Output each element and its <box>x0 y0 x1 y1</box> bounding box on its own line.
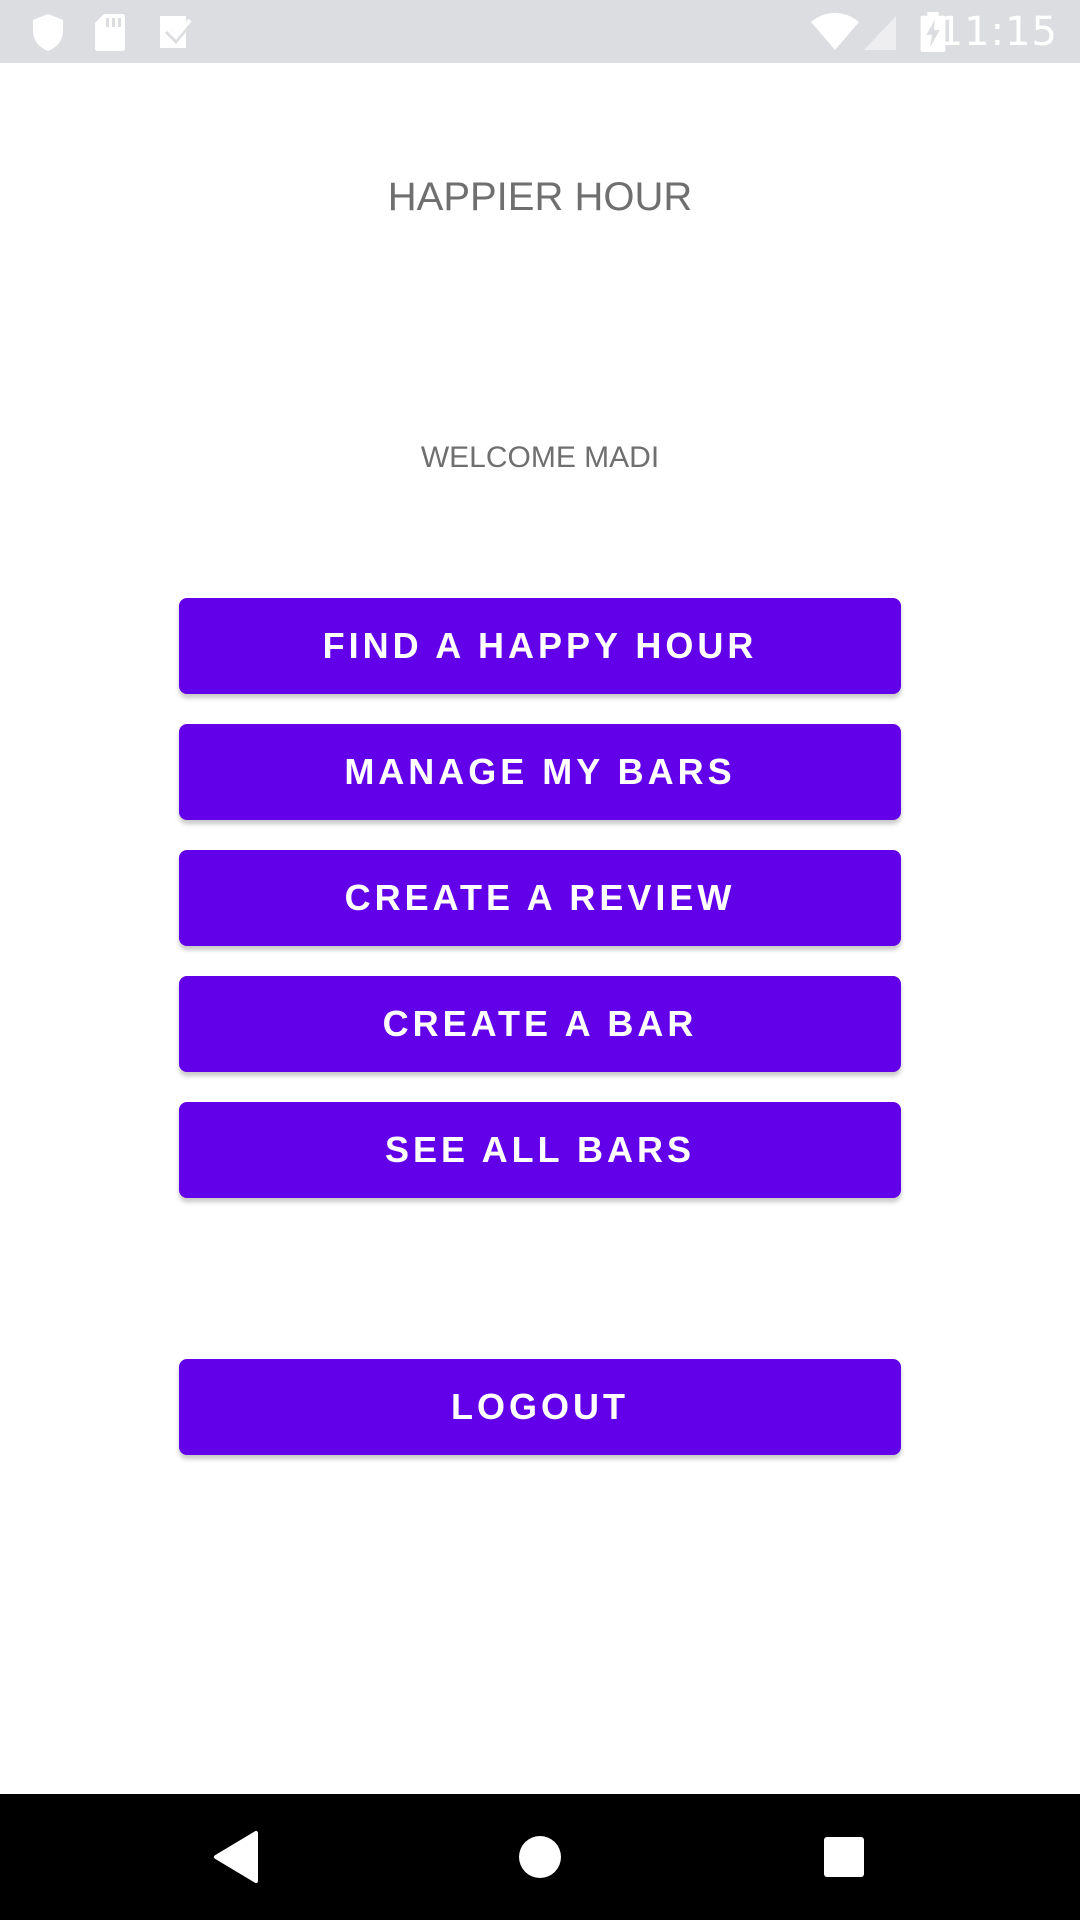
create-bar-button[interactable]: CREATE A BAR <box>179 976 901 1072</box>
wifi-icon <box>811 13 859 50</box>
status-time: 11:15 <box>937 9 1058 55</box>
signal-icon <box>864 16 896 50</box>
navigation-bar <box>0 1794 1080 1920</box>
shield-icon <box>33 14 63 51</box>
find-happy-hour-button[interactable]: FIND A HAPPY HOUR <box>179 598 901 694</box>
manage-my-bars-button[interactable]: MANAGE MY BARS <box>179 724 901 820</box>
app-title: HAPPIER HOUR <box>387 175 693 219</box>
back-icon[interactable] <box>206 1827 266 1887</box>
task-check-icon <box>160 16 192 48</box>
recents-icon[interactable] <box>814 1827 874 1887</box>
home-icon[interactable] <box>510 1827 570 1887</box>
status-bar: 11:15 <box>0 0 1080 63</box>
see-all-bars-button[interactable]: SEE ALL BARS <box>179 1102 901 1198</box>
sd-card-icon <box>95 14 125 51</box>
logout-button[interactable]: LOGOUT <box>179 1359 901 1455</box>
create-review-button[interactable]: CREATE A REVIEW <box>179 850 901 946</box>
welcome-message: WELCOME MADI <box>420 441 660 474</box>
